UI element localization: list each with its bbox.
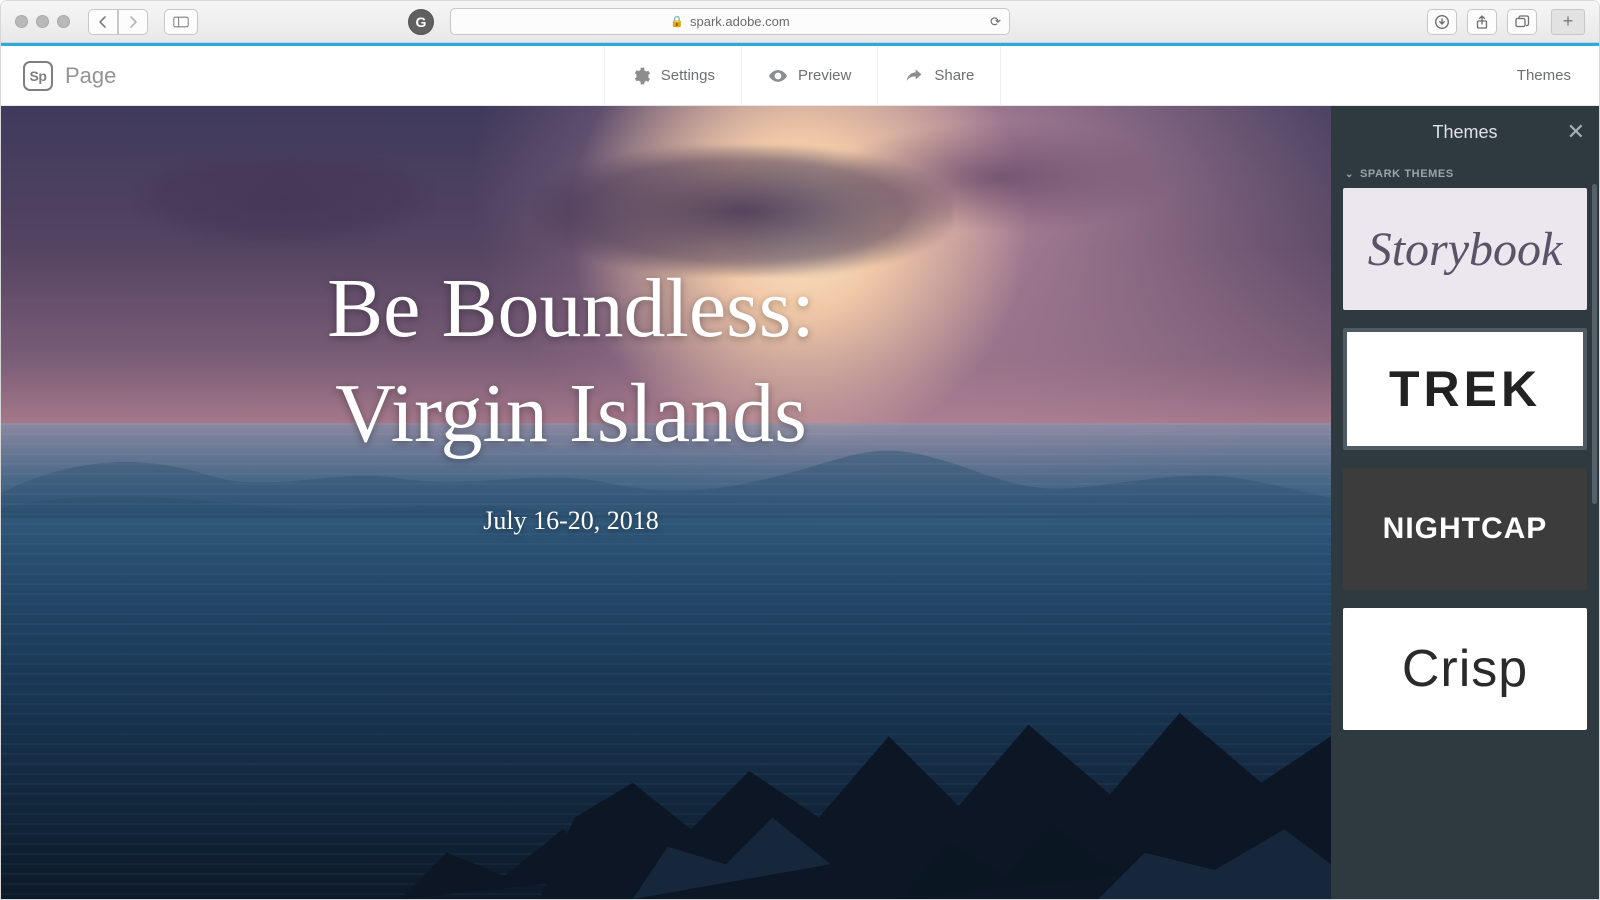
title-line-1: Be Boundless:: [327, 262, 815, 355]
share-label: Share: [934, 67, 974, 84]
page-canvas[interactable]: Be Boundless: Virgin Islands July 16-20,…: [1, 106, 1331, 899]
forward-button[interactable]: [118, 9, 148, 35]
close-icon: ✕: [1567, 119, 1585, 144]
extension-g-icon: G: [416, 14, 427, 30]
chevron-right-icon: [125, 14, 141, 30]
theme-card-crisp[interactable]: Crisp: [1343, 608, 1587, 730]
themes-link[interactable]: Themes: [1489, 67, 1599, 84]
preview-button[interactable]: Preview: [742, 46, 878, 106]
app-header: Sp Page Settings Preview Share Themes: [1, 46, 1599, 106]
sidebar-toggle-button[interactable]: [164, 9, 198, 35]
themes-list: Storybook TREK NIGHTCAP Crisp: [1331, 188, 1599, 742]
eye-icon: [768, 66, 788, 86]
theme-card-label: NIGHTCAP: [1383, 512, 1548, 546]
preview-label: Preview: [798, 67, 851, 84]
theme-card-trek[interactable]: TREK: [1343, 328, 1587, 450]
title-line-2: Virgin Islands: [335, 367, 807, 460]
theme-card-label: TREK: [1389, 360, 1541, 418]
sidebar-icon: [173, 14, 189, 30]
themes-section-header[interactable]: ⌄ SPARK THEMES: [1331, 158, 1599, 188]
back-button[interactable]: [88, 9, 118, 35]
nav-back-forward: [88, 9, 148, 35]
theme-card-storybook[interactable]: Storybook: [1343, 188, 1587, 310]
product-name: Page: [65, 63, 116, 89]
settings-label: Settings: [661, 67, 715, 84]
settings-button[interactable]: Settings: [605, 46, 742, 106]
themes-panel-title: Themes: [1432, 122, 1497, 143]
maximize-window-icon[interactable]: [57, 15, 70, 28]
chevron-down-icon: ⌄: [1345, 169, 1354, 180]
content-area: Be Boundless: Virgin Islands July 16-20,…: [1, 106, 1599, 899]
address-bar[interactable]: 🔒 spark.adobe.com ⟳: [450, 8, 1010, 35]
page-title[interactable]: Be Boundless: Virgin Islands: [1, 256, 1141, 466]
themes-section-label: SPARK THEMES: [1360, 168, 1454, 180]
browser-window: G 🔒 spark.adobe.com ⟳ + Sp Page: [0, 0, 1600, 900]
theme-card-label: Storybook: [1368, 222, 1563, 277]
window-traffic-lights[interactable]: [15, 15, 70, 28]
share-button[interactable]: Share: [878, 46, 1001, 106]
tabs-button[interactable]: [1507, 9, 1537, 35]
minimize-window-icon[interactable]: [36, 15, 49, 28]
theme-card-label: Crisp: [1402, 639, 1528, 699]
page-subtitle[interactable]: July 16-20, 2018: [1, 506, 1141, 536]
themes-link-label: Themes: [1517, 67, 1571, 84]
close-window-icon[interactable]: [15, 15, 28, 28]
spark-logo-icon: Sp: [23, 61, 53, 91]
center-toolbar: Settings Preview Share: [604, 46, 1002, 106]
app-brand[interactable]: Sp Page: [1, 61, 116, 91]
new-tab-button[interactable]: +: [1551, 9, 1585, 35]
chevron-left-icon: [95, 14, 111, 30]
plus-icon: +: [1563, 11, 1574, 32]
browser-titlebar: G 🔒 spark.adobe.com ⟳ +: [1, 1, 1599, 43]
download-icon: [1434, 14, 1450, 30]
close-panel-button[interactable]: ✕: [1567, 119, 1585, 145]
theme-card-nightcap[interactable]: NIGHTCAP: [1343, 468, 1587, 590]
share-browser-button[interactable]: [1467, 9, 1497, 35]
url-text: spark.adobe.com: [690, 14, 790, 29]
downloads-button[interactable]: [1427, 9, 1457, 35]
browser-right-tools: +: [1427, 9, 1585, 35]
tabs-icon: [1514, 14, 1530, 30]
share-up-icon: [1474, 14, 1490, 30]
reload-icon[interactable]: ⟳: [990, 14, 1001, 30]
themes-panel: Themes ✕ ⌄ SPARK THEMES Storybook TREK N…: [1331, 106, 1599, 899]
extension-button[interactable]: G: [408, 9, 434, 35]
hero-text-block[interactable]: Be Boundless: Virgin Islands July 16-20,…: [1, 256, 1141, 536]
themes-panel-header: Themes ✕: [1331, 106, 1599, 158]
lock-icon: 🔒: [670, 15, 684, 28]
gear-icon: [631, 66, 651, 86]
share-arrow-icon: [904, 66, 924, 86]
